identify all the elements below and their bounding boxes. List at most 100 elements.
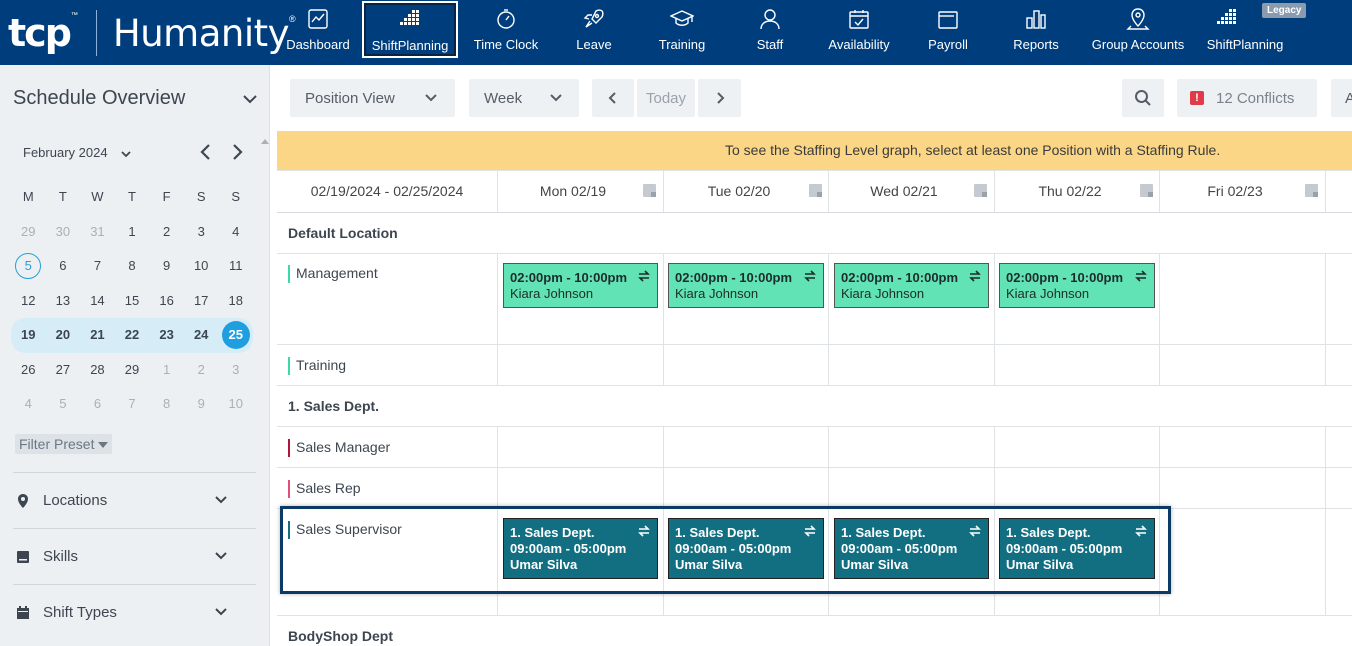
nav-time-clock[interactable]: Time Clock xyxy=(466,0,546,65)
range-dropdown[interactable]: Week xyxy=(469,79,579,117)
calendar-day[interactable]: 8 xyxy=(115,252,150,280)
day-header[interactable]: Wed 02/21 xyxy=(829,170,979,212)
day-header[interactable]: Fri 02/23 xyxy=(1160,170,1310,212)
calendar-day[interactable]: 10 xyxy=(184,252,219,280)
today-button[interactable]: Today xyxy=(637,79,695,117)
view-dropdown[interactable]: Position View xyxy=(290,79,455,117)
shift-types-section[interactable]: Shift Types xyxy=(13,584,256,640)
calendar-day[interactable]: 15 xyxy=(115,287,150,315)
shift-card[interactable]: 02:00pm - 10:00pm Kiara Johnson xyxy=(999,263,1155,308)
calendar-day[interactable]: 3 xyxy=(218,356,253,384)
calendar-day[interactable]: 29 xyxy=(115,356,150,384)
next-week-button[interactable] xyxy=(698,79,741,117)
calendar-day-today[interactable]: 5 xyxy=(11,252,46,280)
note-icon[interactable] xyxy=(643,184,656,197)
calendar-day[interactable]: 2 xyxy=(149,218,184,246)
calendar-day[interactable]: 9 xyxy=(184,390,219,418)
day-header[interactable]: Thu 02/22 xyxy=(995,170,1145,212)
note-icon[interactable] xyxy=(1140,184,1153,197)
calendar-day[interactable]: 11 xyxy=(218,252,253,280)
nav-dashboard[interactable]: Dashboard xyxy=(280,0,356,65)
calendar-month-label[interactable]: February 2024 xyxy=(23,145,108,160)
scroll-up-arrow[interactable] xyxy=(261,137,269,145)
calendar-day[interactable]: 18 xyxy=(218,287,253,315)
calendar-day[interactable]: 5 xyxy=(46,390,81,418)
map-pin-icon xyxy=(1126,8,1150,30)
graduation-cap-icon xyxy=(670,10,694,26)
chevron-down-icon[interactable] xyxy=(120,148,132,160)
calendar-day[interactable]: 6 xyxy=(46,252,81,280)
nav-shiftplanning[interactable]: ShiftPlanning xyxy=(362,1,458,58)
chevron-down-icon xyxy=(215,552,227,560)
calendar-day[interactable]: 12 xyxy=(11,287,46,315)
calendar-day[interactable]: 3 xyxy=(184,218,219,246)
note-icon[interactable] xyxy=(1305,184,1318,197)
search-button[interactable] xyxy=(1122,79,1164,117)
calendar-day[interactable]: 7 xyxy=(80,252,115,280)
conflicts-button[interactable]: ! 12 Conflicts xyxy=(1177,79,1317,117)
calendar-day[interactable]: 30 xyxy=(46,218,81,246)
calendar-day[interactable]: 29 xyxy=(11,218,46,246)
locations-section[interactable]: Locations xyxy=(13,472,256,528)
calendar-day[interactable]: 7 xyxy=(115,390,150,418)
swap-icon xyxy=(804,270,816,282)
day-header[interactable]: Mon 02/19 xyxy=(498,170,648,212)
shift-card[interactable]: 02:00pm - 10:00pm Kiara Johnson xyxy=(834,263,989,308)
nav-reports[interactable]: Reports xyxy=(1008,0,1064,65)
note-icon[interactable] xyxy=(974,184,987,197)
calendar-day-selected[interactable]: 25 xyxy=(218,321,253,350)
calendar-day[interactable]: 19 xyxy=(11,321,46,349)
calendar-day[interactable]: 4 xyxy=(11,390,46,418)
calendar-day[interactable]: 21 xyxy=(80,321,115,349)
shift-card[interactable]: 02:00pm - 10:00pm Kiara Johnson xyxy=(503,263,658,308)
nav-group-accounts[interactable]: Group Accounts xyxy=(1088,0,1188,65)
calendar-day[interactable]: 31 xyxy=(80,218,115,246)
prev-month-button[interactable] xyxy=(198,142,214,162)
nav-leave[interactable]: Leave xyxy=(566,0,622,65)
calendar-day[interactable]: 27 xyxy=(46,356,81,384)
calendar-day[interactable]: 24 xyxy=(184,321,219,349)
swap-icon xyxy=(638,270,650,282)
nav-payroll[interactable]: Payroll xyxy=(922,0,974,65)
chevron-down-icon[interactable] xyxy=(242,91,258,107)
note-icon[interactable] xyxy=(809,184,822,197)
position-sales-manager[interactable]: Sales Manager xyxy=(288,439,390,457)
shiftplanning-icon xyxy=(400,10,419,25)
day-header[interactable]: Tue 02/20 xyxy=(664,170,814,212)
brand-logo[interactable]: tcp ™ Humanity ® xyxy=(8,8,296,58)
more-button[interactable]: A xyxy=(1331,79,1352,117)
calendar-day[interactable]: 2 xyxy=(184,356,219,384)
calendar-day[interactable]: 14 xyxy=(80,287,115,315)
calendar-day[interactable]: 13 xyxy=(46,287,81,315)
prev-week-button[interactable] xyxy=(592,79,634,117)
skills-section[interactable]: Skills xyxy=(13,528,256,584)
calendar-day[interactable]: 1 xyxy=(115,218,150,246)
position-training[interactable]: Training xyxy=(288,357,346,375)
calendar-day[interactable]: 9 xyxy=(149,252,184,280)
calendar-day[interactable]: 17 xyxy=(184,287,219,315)
position-sales-rep[interactable]: Sales Rep xyxy=(288,480,361,498)
person-icon xyxy=(760,9,780,30)
calendar-day[interactable]: 20 xyxy=(46,321,81,349)
calendar-day[interactable]: 28 xyxy=(80,356,115,384)
calendar-day[interactable]: 4 xyxy=(218,218,253,246)
highlight-box xyxy=(280,506,1171,594)
shift-card[interactable]: 02:00pm - 10:00pm Kiara Johnson xyxy=(668,263,824,308)
nav-availability[interactable]: Availability xyxy=(822,0,896,65)
calendar-day[interactable]: 6 xyxy=(80,390,115,418)
next-month-button[interactable] xyxy=(229,142,245,162)
filter-preset-dropdown[interactable]: Filter Preset xyxy=(15,434,113,454)
nav-training[interactable]: Training xyxy=(652,0,712,65)
chevron-down-icon xyxy=(215,608,227,616)
nav-staff[interactable]: Staff xyxy=(745,0,795,65)
calendar-day[interactable]: 10 xyxy=(218,390,253,418)
calendar-day[interactable]: 26 xyxy=(11,356,46,384)
calendar-day[interactable]: 1 xyxy=(149,356,184,384)
calendar-day[interactable]: 8 xyxy=(149,390,184,418)
position-management[interactable]: Management xyxy=(288,265,378,283)
calendar-day[interactable]: 23 xyxy=(149,321,184,349)
calendar-day[interactable]: 16 xyxy=(149,287,184,315)
bar-chart-icon xyxy=(1026,10,1046,29)
calendar-day[interactable]: 22 xyxy=(115,321,150,349)
calendar-week: 4 5 6 7 8 9 10 xyxy=(11,387,253,422)
